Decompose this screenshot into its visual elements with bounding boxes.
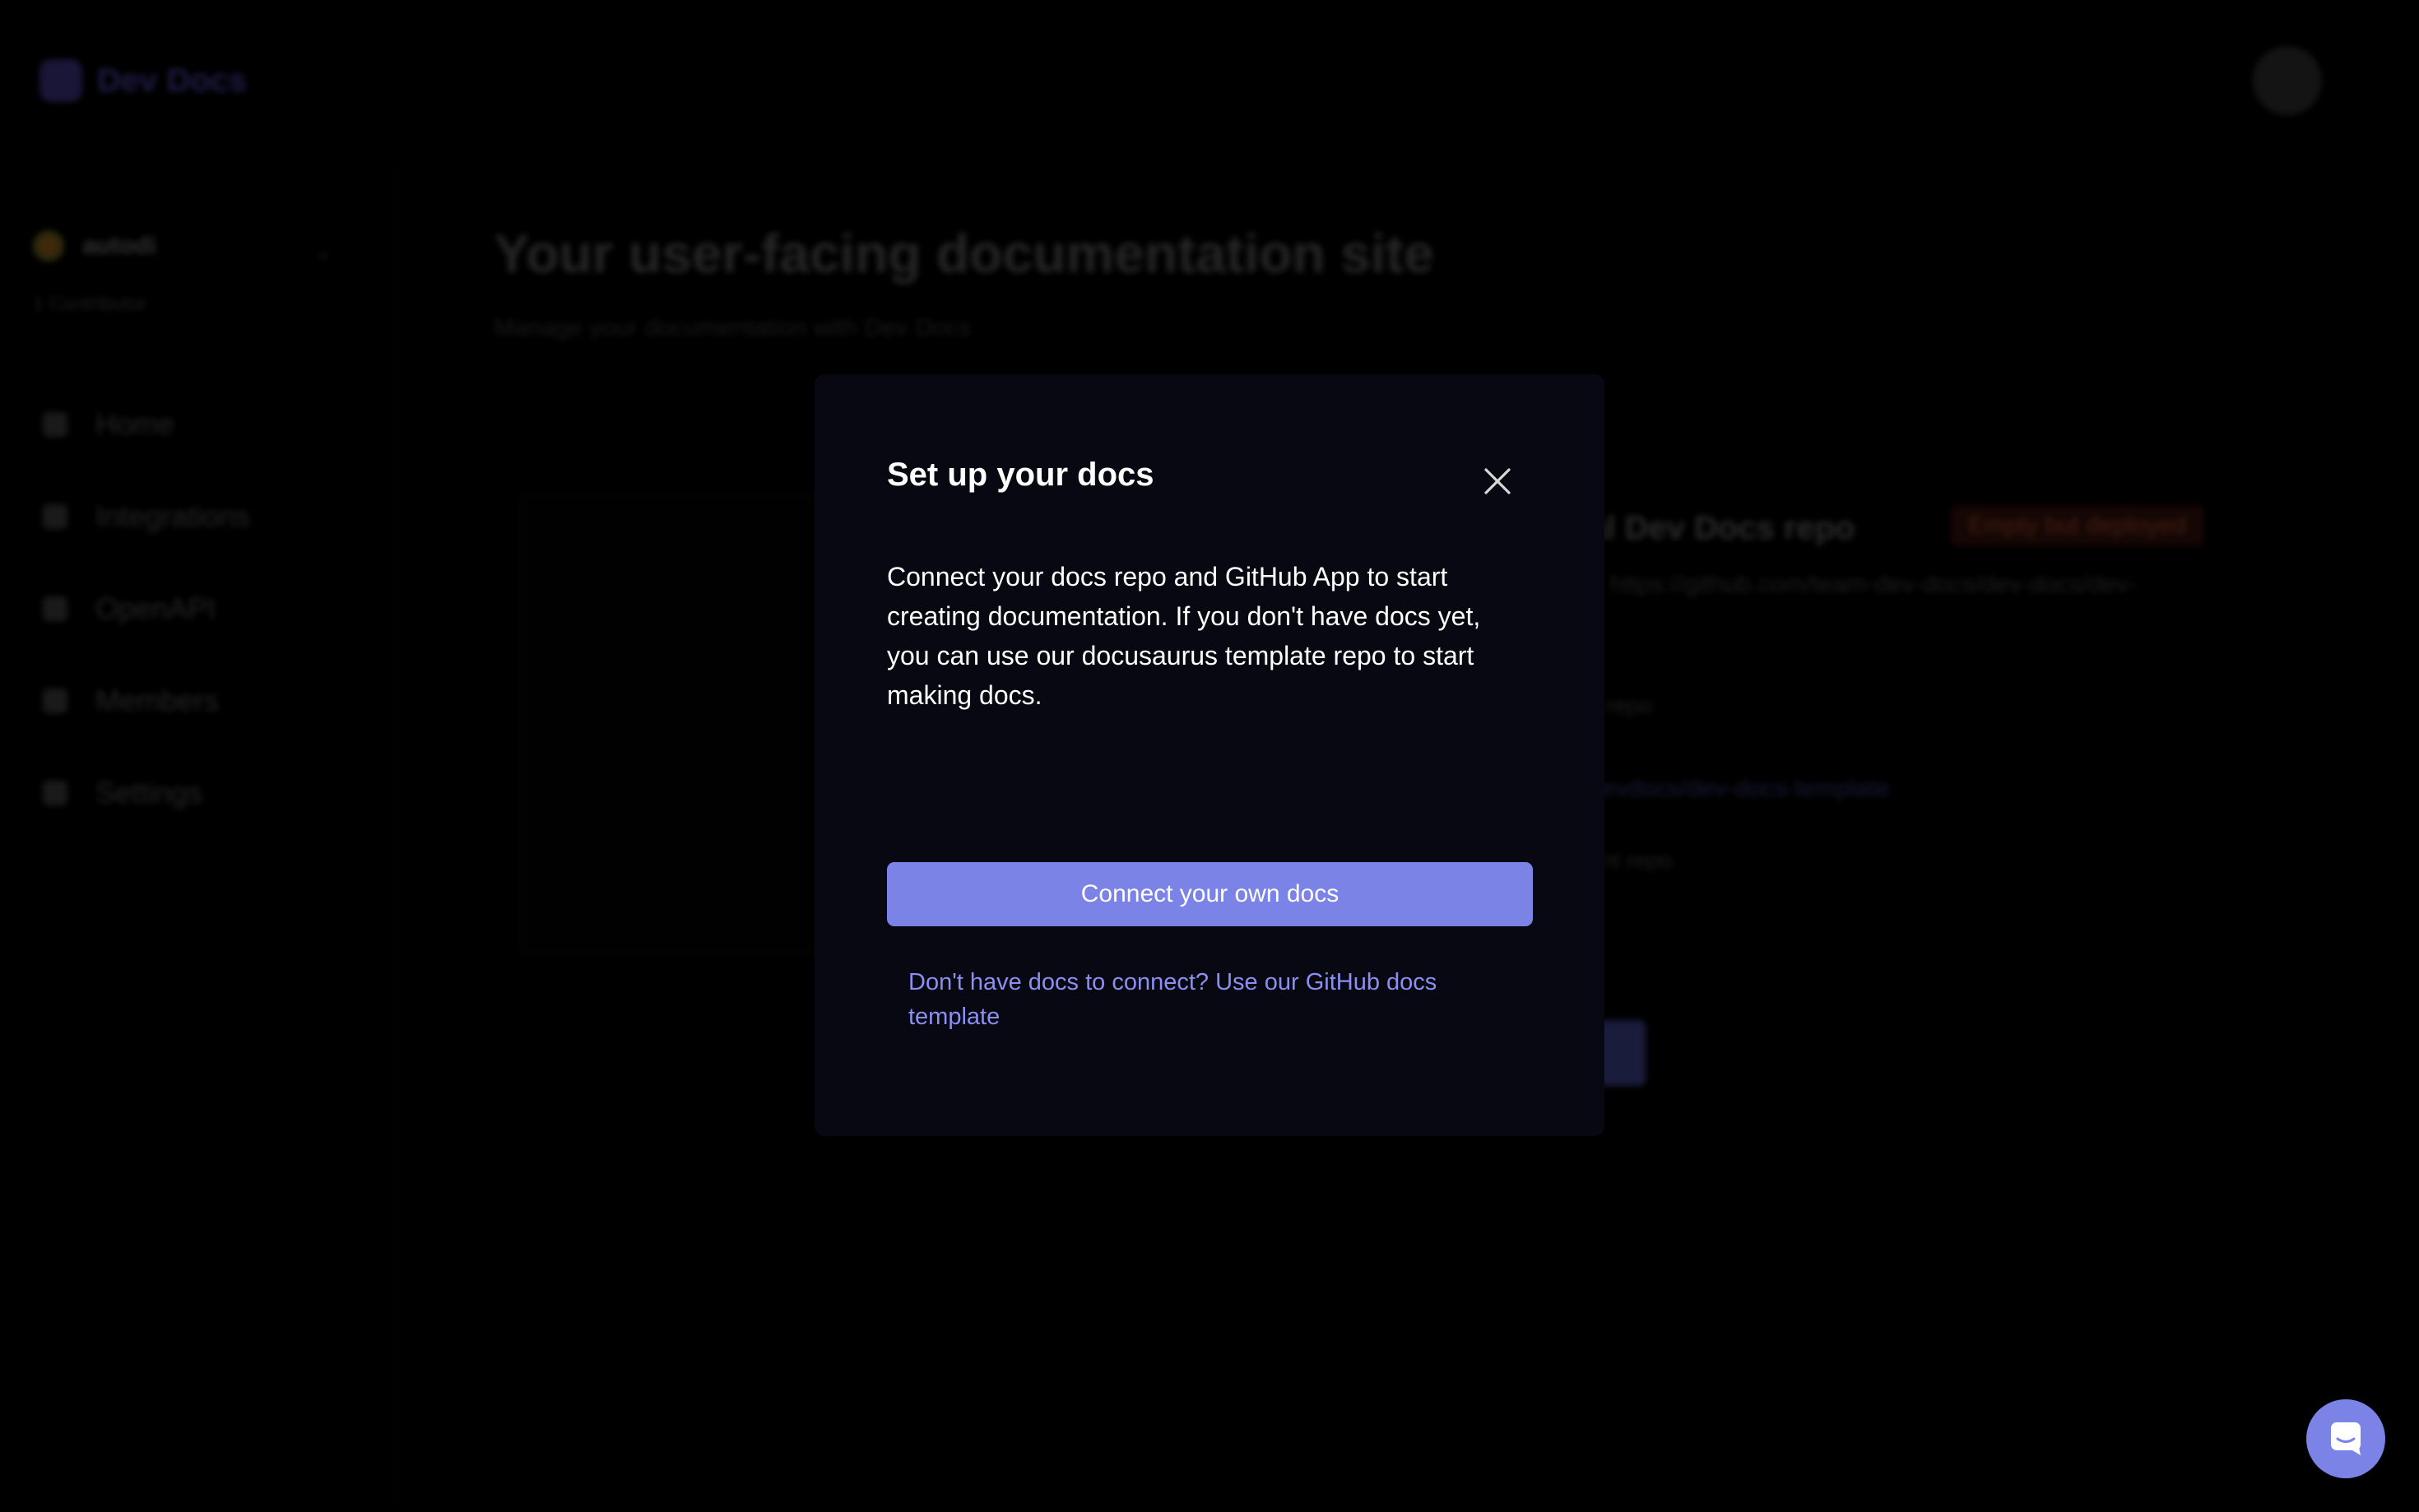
chat-launcher-button[interactable]	[2306, 1399, 2385, 1478]
chat-icon	[2328, 1419, 2364, 1459]
github-template-link[interactable]: Don't have docs to connect? Use our GitH…	[908, 965, 1484, 1034]
modal-description: Connect your docs repo and GitHub App to…	[887, 562, 1481, 710]
modal-title: Set up your docs	[887, 457, 1154, 493]
setup-docs-modal: Set up your docs Connect your docs repo …	[815, 374, 1604, 1136]
close-icon[interactable]	[1479, 463, 1516, 499]
connect-docs-button[interactable]: Connect your own docs	[887, 862, 1533, 926]
